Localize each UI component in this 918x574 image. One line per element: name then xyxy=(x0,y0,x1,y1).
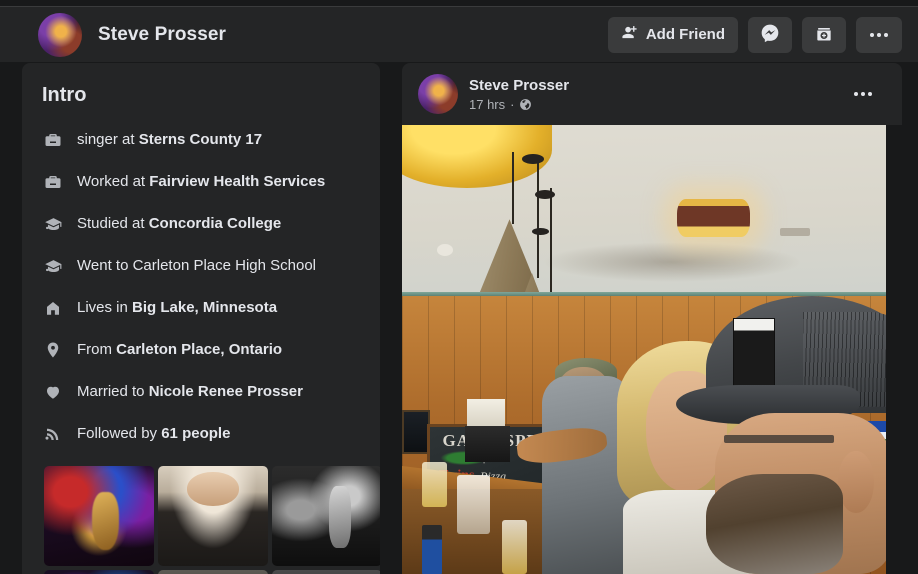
more-options-button[interactable] xyxy=(856,16,902,53)
intro-item-value[interactable]: 61 people xyxy=(161,425,230,442)
intro-items-list: singer at Sterns County 17 Worked at Fai… xyxy=(22,119,380,455)
photo-right-edge xyxy=(886,125,902,574)
intro-item-text: Went to Carleton Place High School xyxy=(77,257,317,274)
intro-item-text: Married to Nicole Renee Prosser xyxy=(77,383,303,400)
intro-item-text: Studied at Concordia College xyxy=(77,215,282,232)
profile-name: Steve Prosser xyxy=(98,23,227,45)
intro-item-text: Lives in Big Lake, Minnesota xyxy=(77,299,278,316)
intro-photo-grid xyxy=(44,466,380,574)
intro-item-value[interactable]: Carleton Place, Ontario xyxy=(116,341,282,358)
photo-thumbnail-room-dim[interactable] xyxy=(158,570,268,574)
intro-item-work-singer: singer at Sterns County 17 xyxy=(22,119,380,161)
profile-action-buttons: Add Friend xyxy=(607,16,902,53)
intro-item-education-highschool: Went to Carleton Place High School xyxy=(22,245,380,287)
intro-item-value[interactable]: Nicole Renee Prosser xyxy=(149,383,303,400)
profile-avatar[interactable] xyxy=(38,12,82,57)
ceiling-shadow xyxy=(542,241,802,283)
globe-public-icon xyxy=(519,98,532,111)
intro-item-value[interactable]: Concordia College xyxy=(149,215,282,232)
post-header: Steve Prosser 17 hrs · xyxy=(402,63,902,125)
message-button[interactable] xyxy=(748,16,792,53)
photo-thumbnail-stage-neon[interactable] xyxy=(44,570,154,574)
lamp-ceiling-mount xyxy=(522,154,544,165)
briefcase-icon xyxy=(42,131,64,149)
post-card: Steve Prosser 17 hrs · GAME SPECIALS Piz… xyxy=(402,63,902,574)
location-pin-icon xyxy=(42,341,64,359)
beer-bottle xyxy=(422,524,442,574)
briefcase-icon xyxy=(42,173,64,191)
intro-item-text: From Carleton Place, Ontario xyxy=(77,341,283,358)
intro-item-married-to: Married to Nicole Renee Prosser xyxy=(22,371,380,413)
intro-card: Intro singer at Sterns County 17 Worked … xyxy=(22,63,380,574)
photo-thumbnail-stage-guitar[interactable] xyxy=(44,466,154,566)
man-ear xyxy=(838,451,874,513)
lamp-wire xyxy=(512,151,514,224)
intro-item-text: singer at Sterns County 17 xyxy=(77,131,263,148)
post-separator: · xyxy=(510,96,515,112)
wall-tv-left xyxy=(402,409,430,455)
post-author-name[interactable]: Steve Prosser xyxy=(469,76,569,95)
beer-glass xyxy=(422,461,447,507)
graduation-cap-icon xyxy=(42,257,64,276)
condiment-caddy xyxy=(464,425,510,462)
intro-item-value[interactable]: Sterns County 17 xyxy=(139,131,262,148)
man-foreground xyxy=(675,295,902,574)
intro-item-from: From Carleton Place, Ontario xyxy=(22,329,380,371)
profile-header-bar: Steve Prosser Add Friend xyxy=(0,7,918,62)
intro-title: Intro xyxy=(42,84,87,106)
rss-icon xyxy=(42,425,64,443)
graduation-cap-icon xyxy=(42,215,64,234)
intro-item-lives-in: Lives in Big Lake, Minnesota xyxy=(22,287,380,329)
heart-icon xyxy=(42,383,64,401)
ceiling-drum-light xyxy=(677,199,750,238)
photo-thumbnail-selfie-hat[interactable] xyxy=(158,466,268,566)
more-options-icon xyxy=(870,32,888,37)
intro-item-value[interactable]: Big Lake, Minnesota xyxy=(132,299,277,316)
glasses-temple xyxy=(724,434,834,444)
post-more-options-button[interactable] xyxy=(840,76,886,112)
add-friend-label: Add Friend xyxy=(645,26,725,43)
drink-glass xyxy=(457,475,490,534)
bar-interior-photo[interactable]: GAME SPECIALS $15 Twins Pizza xyxy=(402,125,902,574)
home-icon xyxy=(42,299,64,317)
intro-item-value[interactable]: Fairview Health Services xyxy=(149,173,325,190)
add-to-story-icon xyxy=(814,23,834,46)
post-author-avatar[interactable] xyxy=(418,74,458,114)
ceiling-vent xyxy=(779,228,810,237)
lamp-wire xyxy=(537,160,539,278)
post-timestamp[interactable]: 17 hrs xyxy=(469,96,505,113)
intro-item-work-fairview: Worked at Fairview Health Services xyxy=(22,161,380,203)
lamp-ceiling-mount xyxy=(534,190,555,200)
person-add-icon xyxy=(621,24,638,45)
profile-identity: Steve Prosser xyxy=(38,12,227,57)
photo-thumbnail-gray[interactable] xyxy=(272,570,380,574)
beer-glass xyxy=(502,520,527,574)
intro-item-text: Worked at Fairview Health Services xyxy=(77,173,326,190)
post-meta: Steve Prosser 17 hrs · xyxy=(469,76,569,113)
add-friend-button[interactable]: Add Friend xyxy=(607,16,738,53)
post-more-options-icon xyxy=(854,92,872,96)
add-to-story-button[interactable] xyxy=(802,16,846,53)
messenger-icon xyxy=(760,23,780,46)
intro-item-text: Followed by 61 people xyxy=(77,425,231,442)
intro-item-followed-by: Followed by 61 people xyxy=(22,413,380,455)
post-subline: 17 hrs · xyxy=(469,96,569,113)
man-beard xyxy=(706,473,843,574)
intro-item-education-concordia: Studied at Concordia College xyxy=(22,203,380,245)
security-camera xyxy=(437,243,453,256)
photo-thumbnail-band-bw[interactable] xyxy=(272,466,380,566)
